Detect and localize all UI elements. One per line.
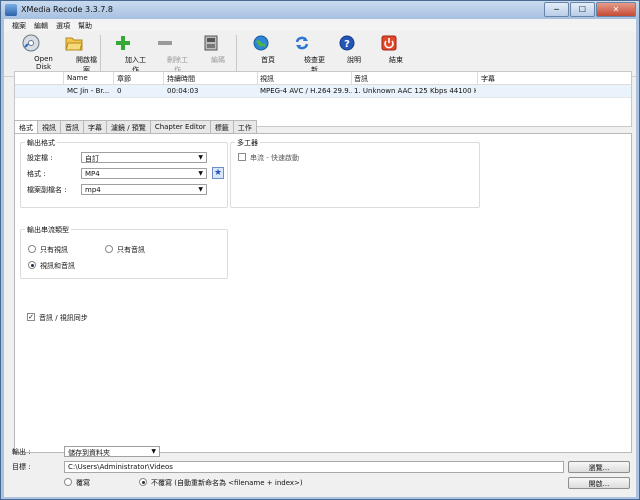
job-audio: 1. Unknown AAC 125 Kbps 44100 H... bbox=[354, 87, 476, 95]
extension-select[interactable]: mp4 ▼ bbox=[81, 184, 207, 195]
col-video[interactable]: 視訊 bbox=[260, 74, 274, 84]
check-update-button[interactable]: 檢查更新 bbox=[277, 33, 327, 74]
audio-only-radio[interactable] bbox=[105, 245, 113, 253]
job-list-header: Name 章節 持續時間 視訊 音訊 字幕 bbox=[15, 72, 631, 85]
open-disk-label: Open Disk bbox=[34, 55, 53, 71]
client-area: 檔案 編輯 選項 幫助 Open Disk 開啟檔案 加入工作 刪除工作 編碼 … bbox=[4, 19, 636, 497]
tab-format[interactable]: 格式 bbox=[14, 120, 38, 134]
no-overwrite-label: 不覆寫 (自動重新命名為 <filename + index>) bbox=[151, 479, 303, 487]
close-button[interactable]: ✕ bbox=[596, 2, 636, 17]
plus-icon bbox=[113, 33, 133, 53]
tab-jobs[interactable]: 工作 bbox=[232, 120, 257, 133]
remove-job-button[interactable]: 刪除工作 bbox=[140, 33, 190, 74]
encode-button[interactable]: 編碼 bbox=[186, 33, 236, 64]
job-row[interactable]: MC Jin - Br... 0 00:04:03 MPEG-4 AVC / H… bbox=[15, 85, 631, 98]
home-label: 首頁 bbox=[261, 56, 275, 64]
chevron-down-icon: ▼ bbox=[198, 186, 203, 193]
output-format-title: 輸出格式 bbox=[25, 138, 57, 148]
exit-label: 結束 bbox=[389, 56, 403, 64]
menu-help[interactable]: 幫助 bbox=[74, 19, 96, 31]
job-duration: 00:04:03 bbox=[167, 87, 199, 95]
tab-audio[interactable]: 音訊 bbox=[60, 120, 84, 133]
col-duration[interactable]: 持續時間 bbox=[167, 74, 195, 84]
profile-select[interactable]: 自訂 ▼ bbox=[81, 152, 207, 163]
video-only-radio[interactable] bbox=[28, 245, 36, 253]
open-file-button[interactable]: 開啟檔案 bbox=[49, 33, 99, 74]
app-icon bbox=[5, 4, 17, 16]
menu-file[interactable]: 檔案 bbox=[8, 19, 30, 31]
av-sync-label: 音訊 / 視訊同步 bbox=[39, 314, 88, 322]
help-icon: ? bbox=[337, 33, 357, 53]
profile-label: 設定檔 : bbox=[27, 154, 53, 162]
streaming-label: 串流 - 快速啟動 bbox=[250, 154, 299, 162]
video-audio-label: 視訊和音訊 bbox=[40, 262, 75, 270]
job-name: MC Jin - Br... bbox=[67, 87, 110, 95]
app-window: XMedia Recode 3.3.7.8 ─ ☐ ✕ 檔案 編輯 選項 幫助 … bbox=[0, 0, 640, 500]
exit-button[interactable]: 結束 bbox=[364, 33, 414, 64]
minimize-button[interactable]: ─ bbox=[544, 2, 569, 17]
streaming-checkbox[interactable] bbox=[238, 153, 246, 161]
col-subtitle[interactable]: 字幕 bbox=[481, 74, 495, 84]
refresh-icon bbox=[292, 33, 312, 53]
format-value: MP4 bbox=[85, 170, 100, 178]
maximize-button[interactable]: ☐ bbox=[570, 2, 595, 17]
output-format-group: 輸出格式 設定檔 : 自訂 ▼ 格式 : MP4 ▼ ★ 檔案副檔名 : mp4 ▼ bbox=[20, 138, 228, 208]
overwrite-label: 覆寫 bbox=[76, 479, 90, 487]
open-button[interactable]: 開啟... bbox=[568, 477, 630, 489]
col-audio[interactable]: 音訊 bbox=[354, 74, 368, 84]
job-chapters: 0 bbox=[117, 87, 122, 95]
chevron-down-icon: ▼ bbox=[151, 448, 156, 455]
output-value: 儲存到資料夾 bbox=[68, 449, 110, 457]
col-name[interactable]: Name bbox=[67, 74, 88, 82]
tab-tags[interactable]: 標籤 bbox=[209, 120, 234, 133]
chevron-down-icon: ▼ bbox=[198, 154, 203, 161]
format-panel: 輸出格式 設定檔 : 自訂 ▼ 格式 : MP4 ▼ ★ 檔案副檔名 : mp4 ▼ … bbox=[14, 133, 632, 453]
tab-strip: 格式 視訊 音訊 字幕 濾鏡 / 預覽 Chapter Editor 標籤 工作 bbox=[14, 120, 257, 134]
stream-type-title: 輸出串流類型 bbox=[25, 225, 71, 235]
encode-label: 編碼 bbox=[211, 56, 225, 64]
multiplexer-group: 多工器 串流 - 快速啟動 bbox=[230, 138, 480, 208]
audio-only-label: 只有音訊 bbox=[117, 246, 145, 254]
job-list[interactable]: Name 章節 持續時間 視訊 音訊 字幕 MC Jin - Br... 0 0… bbox=[14, 71, 632, 127]
menu-bar: 檔案 編輯 選項 幫助 bbox=[4, 19, 636, 31]
title-bar[interactable]: XMedia Recode 3.3.7.8 ─ ☐ ✕ bbox=[1, 1, 639, 19]
tab-video[interactable]: 視訊 bbox=[37, 120, 61, 133]
output-label: 輸出 : bbox=[12, 448, 31, 456]
extension-label: 檔案副檔名 : bbox=[27, 186, 67, 194]
folder-icon bbox=[64, 33, 84, 53]
format-select[interactable]: MP4 ▼ bbox=[81, 168, 207, 179]
favorite-star-icon[interactable]: ★ bbox=[212, 167, 224, 179]
power-icon bbox=[379, 33, 399, 53]
minus-icon bbox=[155, 33, 175, 53]
av-sync-checkbox[interactable]: ✓ bbox=[27, 313, 35, 321]
target-label: 目標 : bbox=[12, 463, 31, 471]
globe-icon bbox=[251, 33, 271, 53]
target-path-input[interactable]: C:\Users\Administrator\Videos bbox=[64, 461, 564, 473]
tab-subtitle[interactable]: 字幕 bbox=[83, 120, 107, 133]
extension-value: mp4 bbox=[85, 186, 101, 194]
help-label: 說明 bbox=[347, 56, 361, 64]
disc-icon bbox=[21, 33, 41, 53]
output-select[interactable]: 儲存到資料夾 ▼ bbox=[64, 446, 160, 457]
video-audio-radio[interactable] bbox=[28, 261, 36, 269]
no-overwrite-radio[interactable] bbox=[139, 478, 147, 486]
overwrite-radio[interactable] bbox=[64, 478, 72, 486]
svg-text:?: ? bbox=[344, 39, 350, 50]
encode-icon bbox=[201, 33, 221, 53]
col-chapters[interactable]: 章節 bbox=[117, 74, 131, 84]
video-only-label: 只有視訊 bbox=[40, 246, 68, 254]
format-label: 格式 : bbox=[27, 170, 46, 178]
menu-edit[interactable]: 編輯 bbox=[30, 19, 52, 31]
browse-button[interactable]: 瀏覽... bbox=[568, 461, 630, 473]
window-title: XMedia Recode 3.3.7.8 bbox=[21, 5, 113, 14]
job-video: MPEG-4 AVC / H.264 29.9... bbox=[260, 87, 352, 95]
chevron-down-icon: ▼ bbox=[198, 170, 203, 177]
multiplexer-title: 多工器 bbox=[235, 138, 260, 148]
profile-value: 自訂 bbox=[85, 155, 99, 163]
menu-options[interactable]: 選項 bbox=[52, 19, 74, 31]
tab-filter-preview[interactable]: 濾鏡 / 預覽 bbox=[106, 120, 151, 133]
stream-type-group: 輸出串流類型 只有視訊 只有音訊 視訊和音訊 bbox=[20, 225, 228, 279]
tab-chapter-editor[interactable]: Chapter Editor bbox=[149, 120, 211, 133]
